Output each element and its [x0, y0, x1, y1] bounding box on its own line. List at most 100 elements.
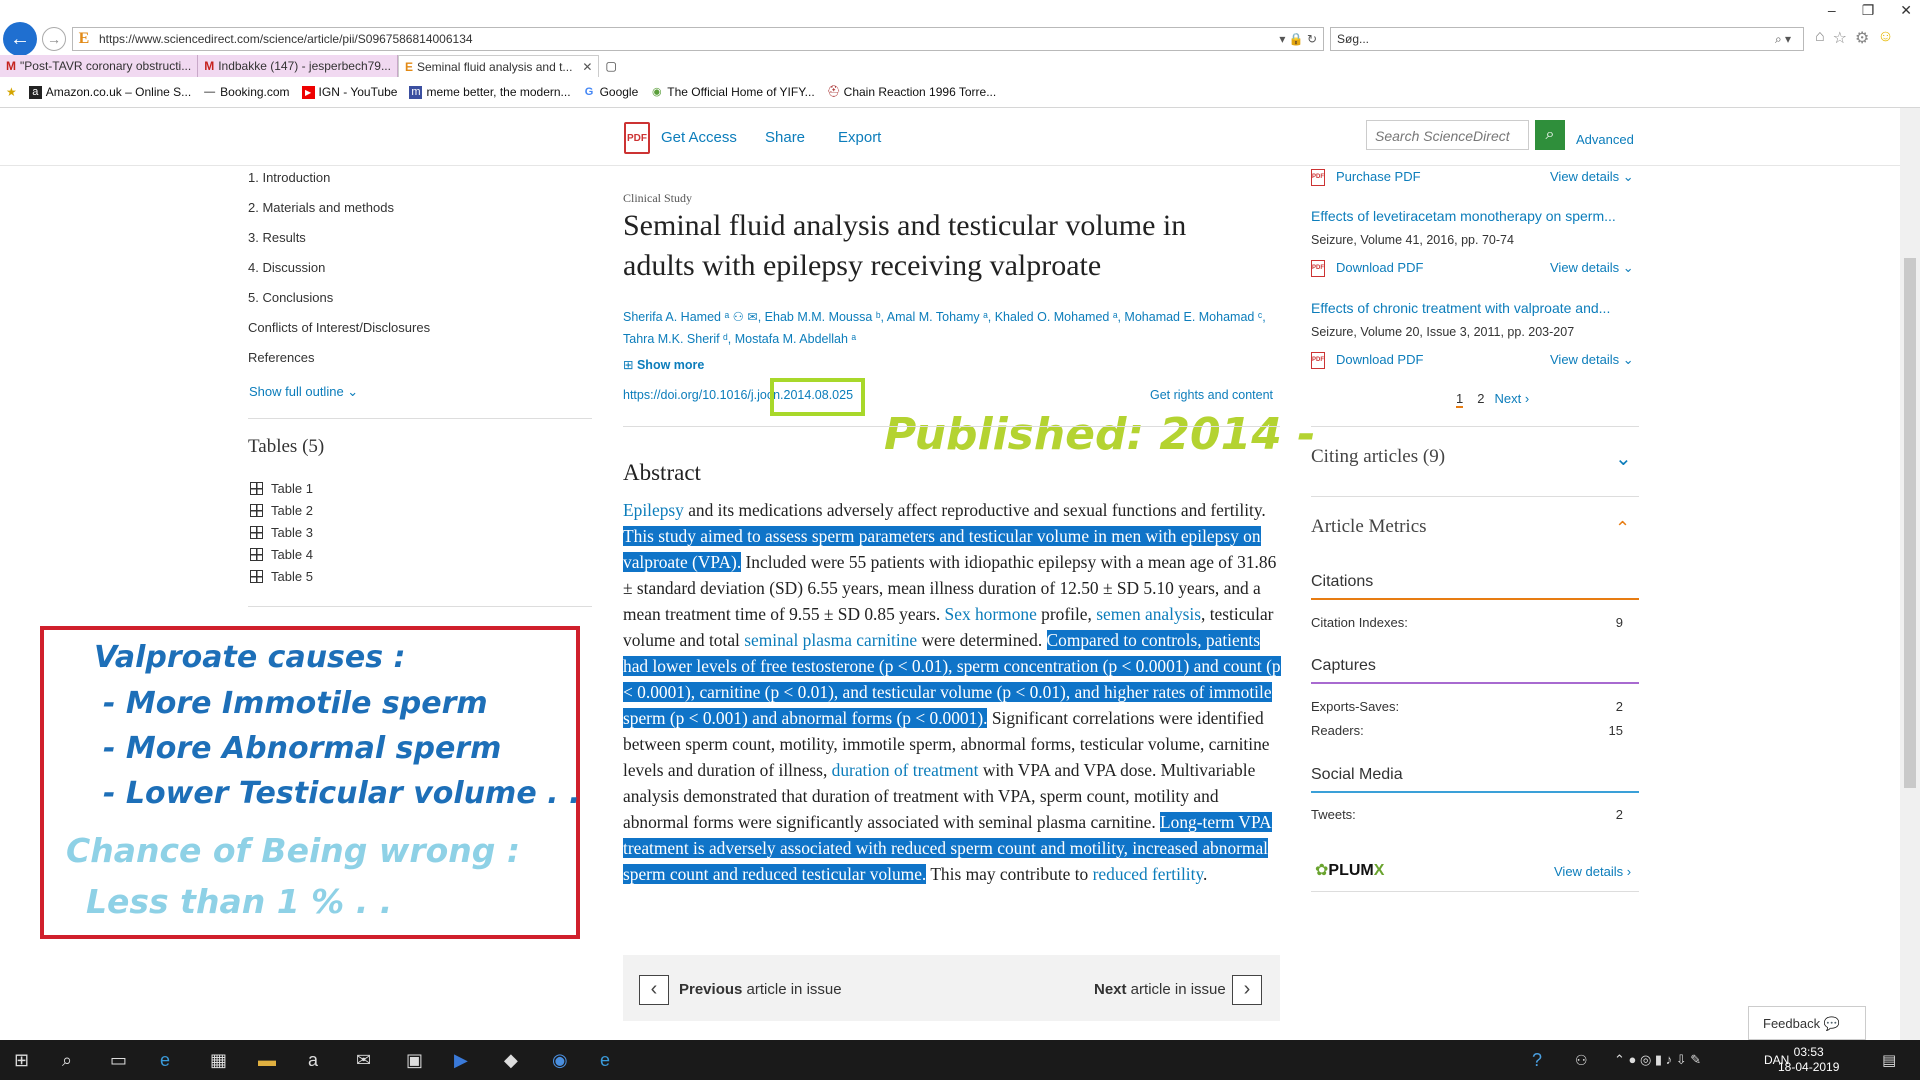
reduced-fertility-link[interactable]: reduced fertility — [1093, 864, 1203, 884]
page-2-link[interactable]: 2 — [1477, 391, 1484, 408]
outline-results[interactable]: 3. Results — [248, 230, 306, 245]
mail-icon[interactable]: ✉ — [356, 1050, 371, 1071]
table-icon — [250, 570, 263, 583]
semen-analysis-link[interactable]: semen analysis — [1096, 604, 1201, 624]
url-text[interactable]: https://www.sciencedirect.com/science/ar… — [95, 32, 1263, 46]
article-toolbar: PDF Get Access Share Export Search Scien… — [0, 108, 1900, 166]
previous-article-link[interactable]: Previous article in issue — [679, 981, 842, 998]
outline-materials[interactable]: 2. Materials and methods — [248, 200, 394, 215]
chrome-icon[interactable]: ◉ — [552, 1050, 568, 1071]
smiley-icon[interactable]: ☺ — [1877, 28, 1893, 48]
table-link-4[interactable]: Table 4 — [250, 547, 313, 562]
view-details-link[interactable]: View details ⌄ — [1550, 169, 1634, 185]
outline-conclusions[interactable]: 5. Conclusions — [248, 290, 333, 305]
next-article-link[interactable]: Next article in issue — [1094, 981, 1226, 998]
people-icon[interactable]: ⚇ — [1575, 1052, 1588, 1069]
duration-of-treatment-link[interactable]: duration of treatment — [832, 760, 979, 780]
maximize-button[interactable]: ❐ — [1862, 2, 1875, 19]
favorites-star-icon[interactable]: ☆ — [1833, 28, 1847, 48]
edge-icon[interactable]: e — [160, 1050, 170, 1071]
notifications-icon[interactable]: ▤ — [1882, 1051, 1896, 1069]
chevron-up-icon[interactable]: ⌃ — [1615, 518, 1630, 539]
tab-post-tavr[interactable]: M "Post-TAVR coronary obstructi... — [0, 55, 199, 77]
photos-icon[interactable]: ▣ — [406, 1050, 423, 1071]
sex-hormone-link[interactable]: Sex hormone — [945, 604, 1037, 624]
fav-google[interactable]: G Google — [577, 85, 645, 99]
table-link-1[interactable]: Table 1 — [250, 481, 313, 496]
home-icon[interactable]: ⌂ — [1815, 28, 1825, 48]
windows-start-icon[interactable]: ⊞ — [14, 1050, 29, 1071]
address-bar[interactable]: E https://www.sciencedirect.com/science/… — [72, 27, 1324, 51]
clock[interactable]: 03:53 18-04-2019 — [1778, 1045, 1839, 1075]
export-link[interactable]: Export — [838, 129, 881, 146]
next-page-link[interactable]: Next › — [1494, 391, 1529, 408]
feedback-button[interactable]: Feedback 💬 — [1748, 1006, 1866, 1040]
get-rights-link[interactable]: Get rights and content — [1150, 388, 1273, 402]
authors-line-2[interactable]: Tahra M.K. Sherif ᵈ, Mostafa M. Abdellah… — [623, 328, 1283, 350]
file-explorer-icon[interactable]: ▬ — [258, 1050, 276, 1071]
outline-introduction[interactable]: 1. Introduction — [248, 170, 330, 185]
close-tab-icon[interactable]: ✕ — [582, 60, 592, 74]
view-details-link[interactable]: View details ⌄ — [1550, 352, 1634, 368]
fav-booking[interactable]: — Booking.com — [197, 85, 295, 99]
outline-discussion[interactable]: 4. Discussion — [248, 260, 325, 275]
article-metrics-heading[interactable]: Article Metrics — [1311, 516, 1427, 538]
video-icon[interactable]: ▶ — [454, 1050, 468, 1071]
page-scrollbar[interactable] — [1900, 108, 1920, 1040]
fav-amazon[interactable]: a Amazon.co.uk – Online S... — [23, 85, 197, 99]
get-access-link[interactable]: Get Access — [661, 129, 737, 146]
epilepsy-link[interactable]: Epilepsy — [623, 500, 684, 520]
table-link-3[interactable]: Table 3 — [250, 525, 313, 540]
table-link-2[interactable]: Table 2 — [250, 503, 313, 518]
plumx-view-details-link[interactable]: View details › — [1554, 864, 1631, 879]
browser-search-input[interactable]: Søg... ⌕ ▾ — [1330, 27, 1804, 51]
next-article-button[interactable]: › — [1232, 975, 1262, 1005]
purchase-pdf-link[interactable]: Purchase PDF — [1336, 169, 1421, 184]
fav-chain-reaction[interactable]: ⛑ Chain Reaction 1996 Torre... — [821, 85, 1003, 99]
authors-line-1[interactable]: Sherifa A. Hamed ᵃ ⚇ ✉, Ehab M.M. Moussa… — [623, 306, 1283, 328]
help-icon[interactable]: ? — [1532, 1050, 1542, 1071]
citing-articles-heading[interactable]: Citing articles (9) — [1311, 446, 1445, 468]
fav-yify[interactable]: ◉ The Official Home of YIFY... — [644, 85, 820, 99]
pdf-icon[interactable]: PDF — [624, 122, 650, 154]
tray-icons[interactable]: ⌃ ● ◎ ▮ ♪ ⇩ ✎ — [1614, 1052, 1701, 1068]
store-icon[interactable]: ▦ — [210, 1050, 227, 1071]
minimize-button[interactable]: – — [1828, 2, 1836, 19]
gear-icon[interactable]: ⚙ — [1855, 28, 1869, 48]
search-icon[interactable]: ⌕ — [62, 1050, 72, 1071]
tab-inbox[interactable]: M Indbakke (147) - jesperbech79... — [198, 55, 398, 77]
refresh-icon[interactable]: ▾ 🔒 ↻ — [1263, 32, 1323, 46]
new-tab-button[interactable]: ▢ — [599, 55, 623, 77]
back-button[interactable]: ← — [3, 22, 37, 56]
download-pdf-link[interactable]: Download PDF — [1336, 352, 1423, 367]
show-full-outline-link[interactable]: Show full outline ⌄ — [249, 384, 358, 400]
app-icon[interactable]: ◆ — [504, 1050, 518, 1071]
fav-meme[interactable]: m meme better, the modern... — [403, 85, 576, 99]
forward-button[interactable]: → — [42, 27, 66, 51]
search-icon[interactable]: ⌕ ▾ — [1763, 32, 1803, 47]
page-1-link[interactable]: 1 — [1456, 391, 1464, 408]
outline-references[interactable]: References — [248, 350, 314, 365]
search-icon[interactable]: ⌕ — [1535, 120, 1565, 150]
show-more-button[interactable]: ⊞ Show more — [623, 357, 704, 372]
view-details-link[interactable]: View details ⌄ — [1550, 260, 1634, 276]
table-link-5[interactable]: Table 5 — [250, 569, 313, 584]
sciencedirect-search-input[interactable]: Search ScienceDirect — [1366, 120, 1529, 150]
internet-explorer-icon[interactable]: e — [600, 1050, 610, 1071]
download-pdf-link[interactable]: Download PDF — [1336, 260, 1423, 275]
previous-article-button[interactable]: ‹ — [639, 975, 669, 1005]
amazon-app-icon[interactable]: a — [308, 1050, 318, 1071]
recommended-article-2[interactable]: Effects of chronic treatment with valpro… — [1311, 300, 1610, 316]
share-link[interactable]: Share — [765, 129, 805, 146]
scroll-thumb[interactable] — [1904, 258, 1916, 788]
close-window-button[interactable]: ✕ — [1900, 2, 1912, 19]
seminal-plasma-carnitine-link[interactable]: seminal plasma carnitine — [744, 630, 917, 650]
outline-conflicts[interactable]: Conflicts of Interest/Disclosures — [248, 320, 430, 335]
chevron-down-icon[interactable]: ⌄ — [1615, 446, 1632, 471]
tab-seminal-fluid[interactable]: E Seminal fluid analysis and t... ✕ — [397, 55, 600, 77]
fav-ign[interactable]: ▶ IGN - YouTube — [296, 85, 404, 99]
favorites-icon[interactable]: ★ — [0, 85, 23, 99]
recommended-article-1[interactable]: Effects of levetiracetam monotherapy on … — [1311, 208, 1616, 224]
advanced-search-link[interactable]: Advanced — [1576, 132, 1634, 147]
task-view-icon[interactable]: ▭ — [110, 1050, 127, 1071]
